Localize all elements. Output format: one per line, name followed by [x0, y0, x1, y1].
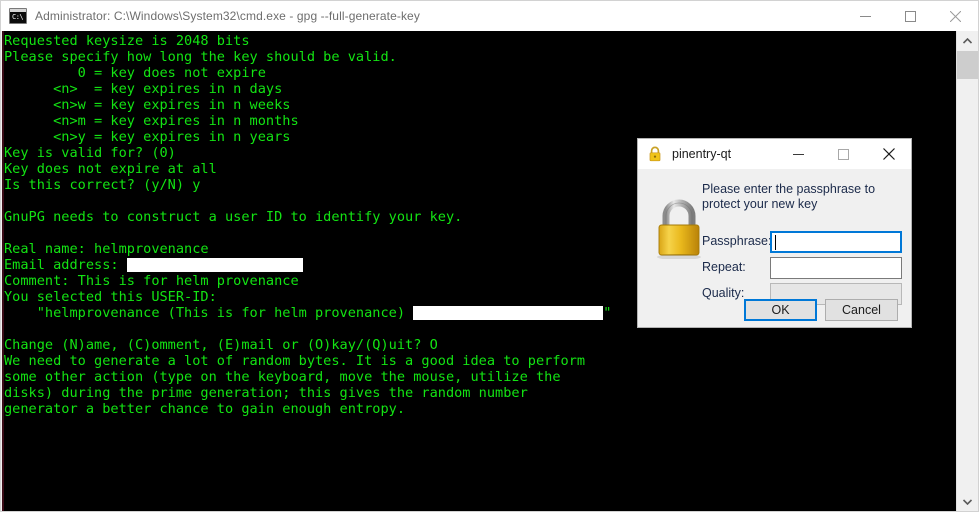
minimize-icon: [793, 153, 804, 155]
terminal-text-segment: generator a better chance to gain enough…: [4, 401, 406, 417]
chevron-up-icon: [963, 37, 972, 44]
terminal-text-segment: disks) during the prime generation; this…: [4, 385, 528, 401]
terminal-line: We need to generate a lot of random byte…: [4, 353, 955, 369]
dialog-button-bar: OK Cancel: [744, 299, 898, 321]
padlock-icon: [649, 146, 661, 162]
terminal-text-segment: Real name: helmprovenance: [4, 241, 209, 257]
close-icon: [882, 148, 895, 160]
minimize-icon: [860, 15, 871, 17]
passphrase-field-row: Passphrase:: [702, 231, 902, 254]
console-titlebar[interactable]: C:\ Administrator: C:\Windows\System32\c…: [1, 1, 978, 31]
close-icon: [950, 10, 961, 22]
terminal-text-segment: <n> = key expires in n days: [4, 81, 283, 97]
terminal-line: generator a better chance to gain enough…: [4, 401, 955, 417]
terminal-line: <n>m = key expires in n months: [4, 113, 955, 129]
terminal-text-segment: GnuPG needs to construct a user ID to id…: [4, 209, 463, 225]
maximize-button[interactable]: [888, 1, 933, 31]
passphrase-label: Passphrase:: [702, 234, 772, 248]
terminal-text-segment: Is this correct? (y/N) y: [4, 177, 201, 193]
chevron-down-icon: [963, 498, 972, 505]
terminal-text-segment: You selected this USER-ID:: [4, 289, 217, 305]
terminal-text-segment: Key is valid for? (0): [4, 145, 176, 161]
terminal-text-segment: Key does not expire at all: [4, 161, 217, 177]
console-window-controls: [843, 1, 978, 31]
dialog-title-text: pinentry-qt: [672, 147, 732, 161]
padlock-large-icon: [657, 199, 701, 259]
terminal-text-segment: <n>y = key expires in n years: [4, 129, 291, 145]
redacted-block: [413, 306, 604, 320]
dialog-body: Please enter the passphrase to protect y…: [638, 169, 911, 327]
terminal-line: Change (N)ame, (C)omment, (E)mail or (O)…: [4, 337, 955, 353]
terminal-text-segment: Change (N)ame, (C)omment, (E)mail or (O)…: [4, 337, 438, 353]
terminal-text-segment: We need to generate a lot of random byte…: [4, 353, 586, 369]
terminal-line: <n>w = key expires in n weeks: [4, 97, 955, 113]
terminal-text-segment: <n>w = key expires in n weeks: [4, 97, 291, 113]
terminal-text-segment: <n>m = key expires in n months: [4, 113, 299, 129]
terminal-text-segment: Email address:: [4, 257, 127, 273]
redacted-block: [126, 258, 303, 272]
dialog-titlebar[interactable]: pinentry-qt: [638, 139, 911, 169]
terminal-line: 0 = key does not expire: [4, 65, 955, 81]
maximize-icon: [838, 148, 849, 160]
terminal-text-segment: Requested keysize is 2048 bits: [4, 33, 250, 49]
cancel-button[interactable]: Cancel: [825, 299, 898, 321]
terminal-text-segment: Please specify how long the key should b…: [4, 49, 397, 65]
terminal-text-segment: Comment: This is for helm provenance: [4, 273, 299, 289]
screen-root: C:\ Administrator: C:\Windows\System32\c…: [0, 0, 979, 512]
terminal-text-segment: some other action (type on the keyboard,…: [4, 369, 561, 385]
terminal-line: Please specify how long the key should b…: [4, 49, 955, 65]
dialog-window-controls: [776, 139, 911, 169]
quality-label: Quality:: [702, 286, 745, 300]
scrollbar-down-button[interactable]: [957, 492, 978, 511]
text-caret: [775, 235, 776, 250]
terminal-text-segment: ": [603, 305, 612, 321]
dialog-minimize-button[interactable]: [776, 139, 821, 169]
terminal-line: disks) during the prime generation; this…: [4, 385, 955, 401]
terminal-text-segment: "helmprovenance (This is for helm proven…: [4, 305, 414, 321]
repeat-input[interactable]: [770, 257, 902, 279]
terminal-line: Requested keysize is 2048 bits: [4, 33, 955, 49]
repeat-field-row: Repeat:: [702, 257, 902, 280]
dialog-maximize-button[interactable]: [821, 139, 866, 169]
terminal-line: <n> = key expires in n days: [4, 81, 955, 97]
ok-button[interactable]: OK: [744, 299, 817, 321]
dialog-close-button[interactable]: [866, 139, 911, 169]
cmd-icon-prompt-text: C:\: [12, 13, 24, 21]
cmd-icon: C:\: [9, 8, 27, 24]
minimize-button[interactable]: [843, 1, 888, 31]
console-title-text: Administrator: C:\Windows\System32\cmd.e…: [35, 9, 420, 23]
terminal-text-segment: 0 = key does not expire: [4, 65, 266, 81]
maximize-icon: [905, 10, 916, 22]
pinentry-dialog: pinentry-qt Please enter the passphrase …: [637, 138, 912, 328]
close-button[interactable]: [933, 1, 978, 31]
dialog-prompt-text: Please enter the passphrase to protect y…: [702, 182, 876, 211]
scrollbar-up-button[interactable]: [957, 31, 978, 50]
scrollbar-thumb[interactable]: [957, 51, 978, 79]
repeat-label: Repeat:: [702, 260, 746, 274]
console-scrollbar[interactable]: [956, 31, 978, 511]
passphrase-input[interactable]: [770, 231, 902, 253]
terminal-line: some other action (type on the keyboard,…: [4, 369, 955, 385]
